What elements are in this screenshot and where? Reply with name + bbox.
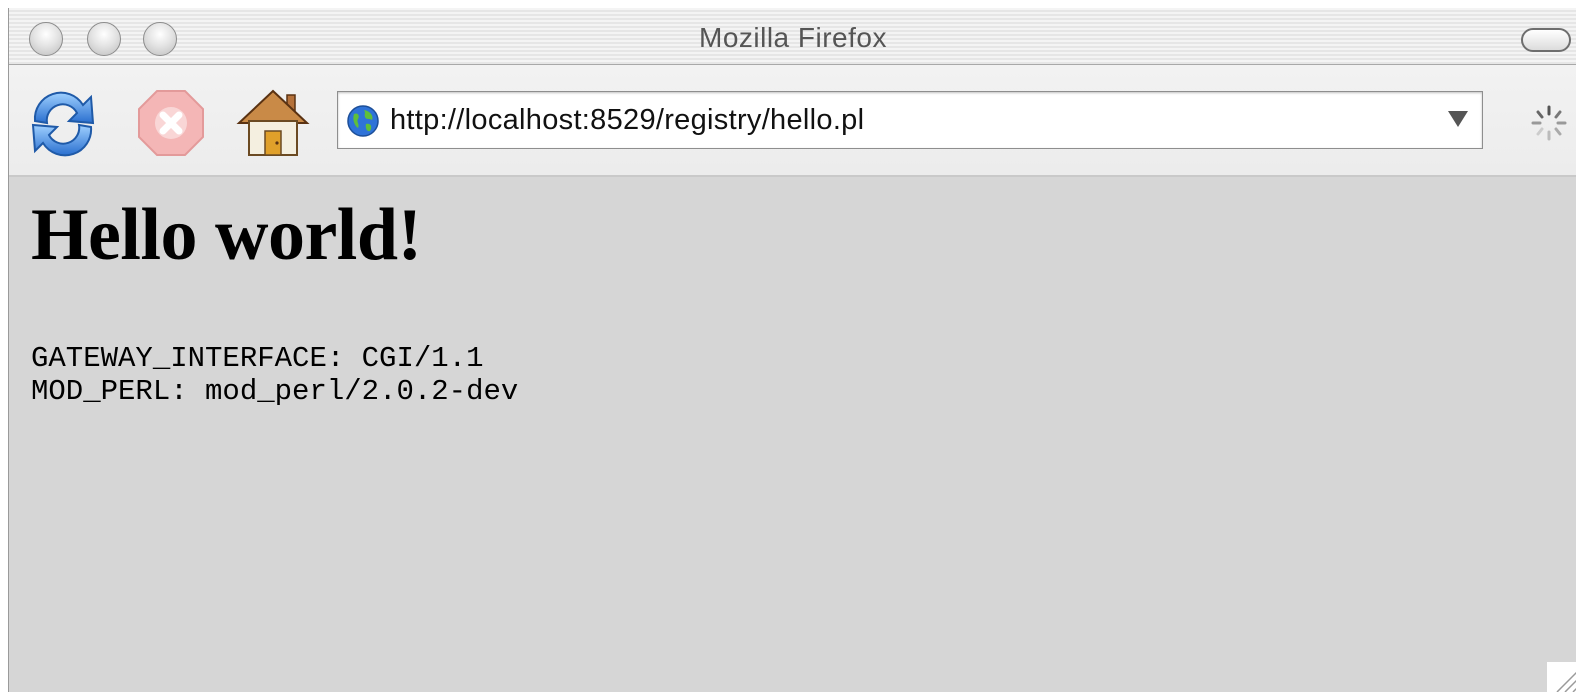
dropdown-icon[interactable] (1448, 111, 1468, 127)
environment-output: GATEWAY_INTERFACE: CGI/1.1 MOD_PERL: mod… (31, 342, 518, 408)
env-line: GATEWAY_INTERFACE: CGI/1.1 (31, 342, 484, 375)
title-bar[interactable]: Mozilla Firefox (9, 8, 1576, 65)
url-text[interactable]: http://localhost:8529/registry/hello.pl (390, 104, 864, 137)
window-title: Mozilla Firefox (699, 22, 887, 53)
stop-icon (138, 90, 204, 156)
resize-grip-icon (1556, 671, 1576, 692)
navigation-toolbar: http://localhost:8529/registry/hello.pl (9, 65, 1576, 177)
home-button[interactable] (235, 85, 311, 161)
env-line: MOD_PERL: mod_perl/2.0.2-dev (31, 375, 519, 408)
stop-button[interactable] (133, 85, 209, 161)
address-bar[interactable]: http://localhost:8529/registry/hello.pl (337, 91, 1483, 149)
resize-grip[interactable] (1547, 662, 1576, 692)
toolbar-toggle-button[interactable] (1521, 28, 1571, 52)
throbber-icon (1531, 105, 1567, 141)
reload-button[interactable] (25, 85, 101, 161)
page-heading: Hello world! (31, 194, 422, 276)
home-icon (236, 89, 310, 156)
browser-window: Mozilla Firefox http://localhost:8529/re… (8, 8, 1576, 692)
page-content: Hello world! GATEWAY_INTERFACE: CGI/1.1 … (9, 179, 1576, 692)
globe-icon (347, 105, 379, 137)
reload-icon (31, 91, 95, 157)
